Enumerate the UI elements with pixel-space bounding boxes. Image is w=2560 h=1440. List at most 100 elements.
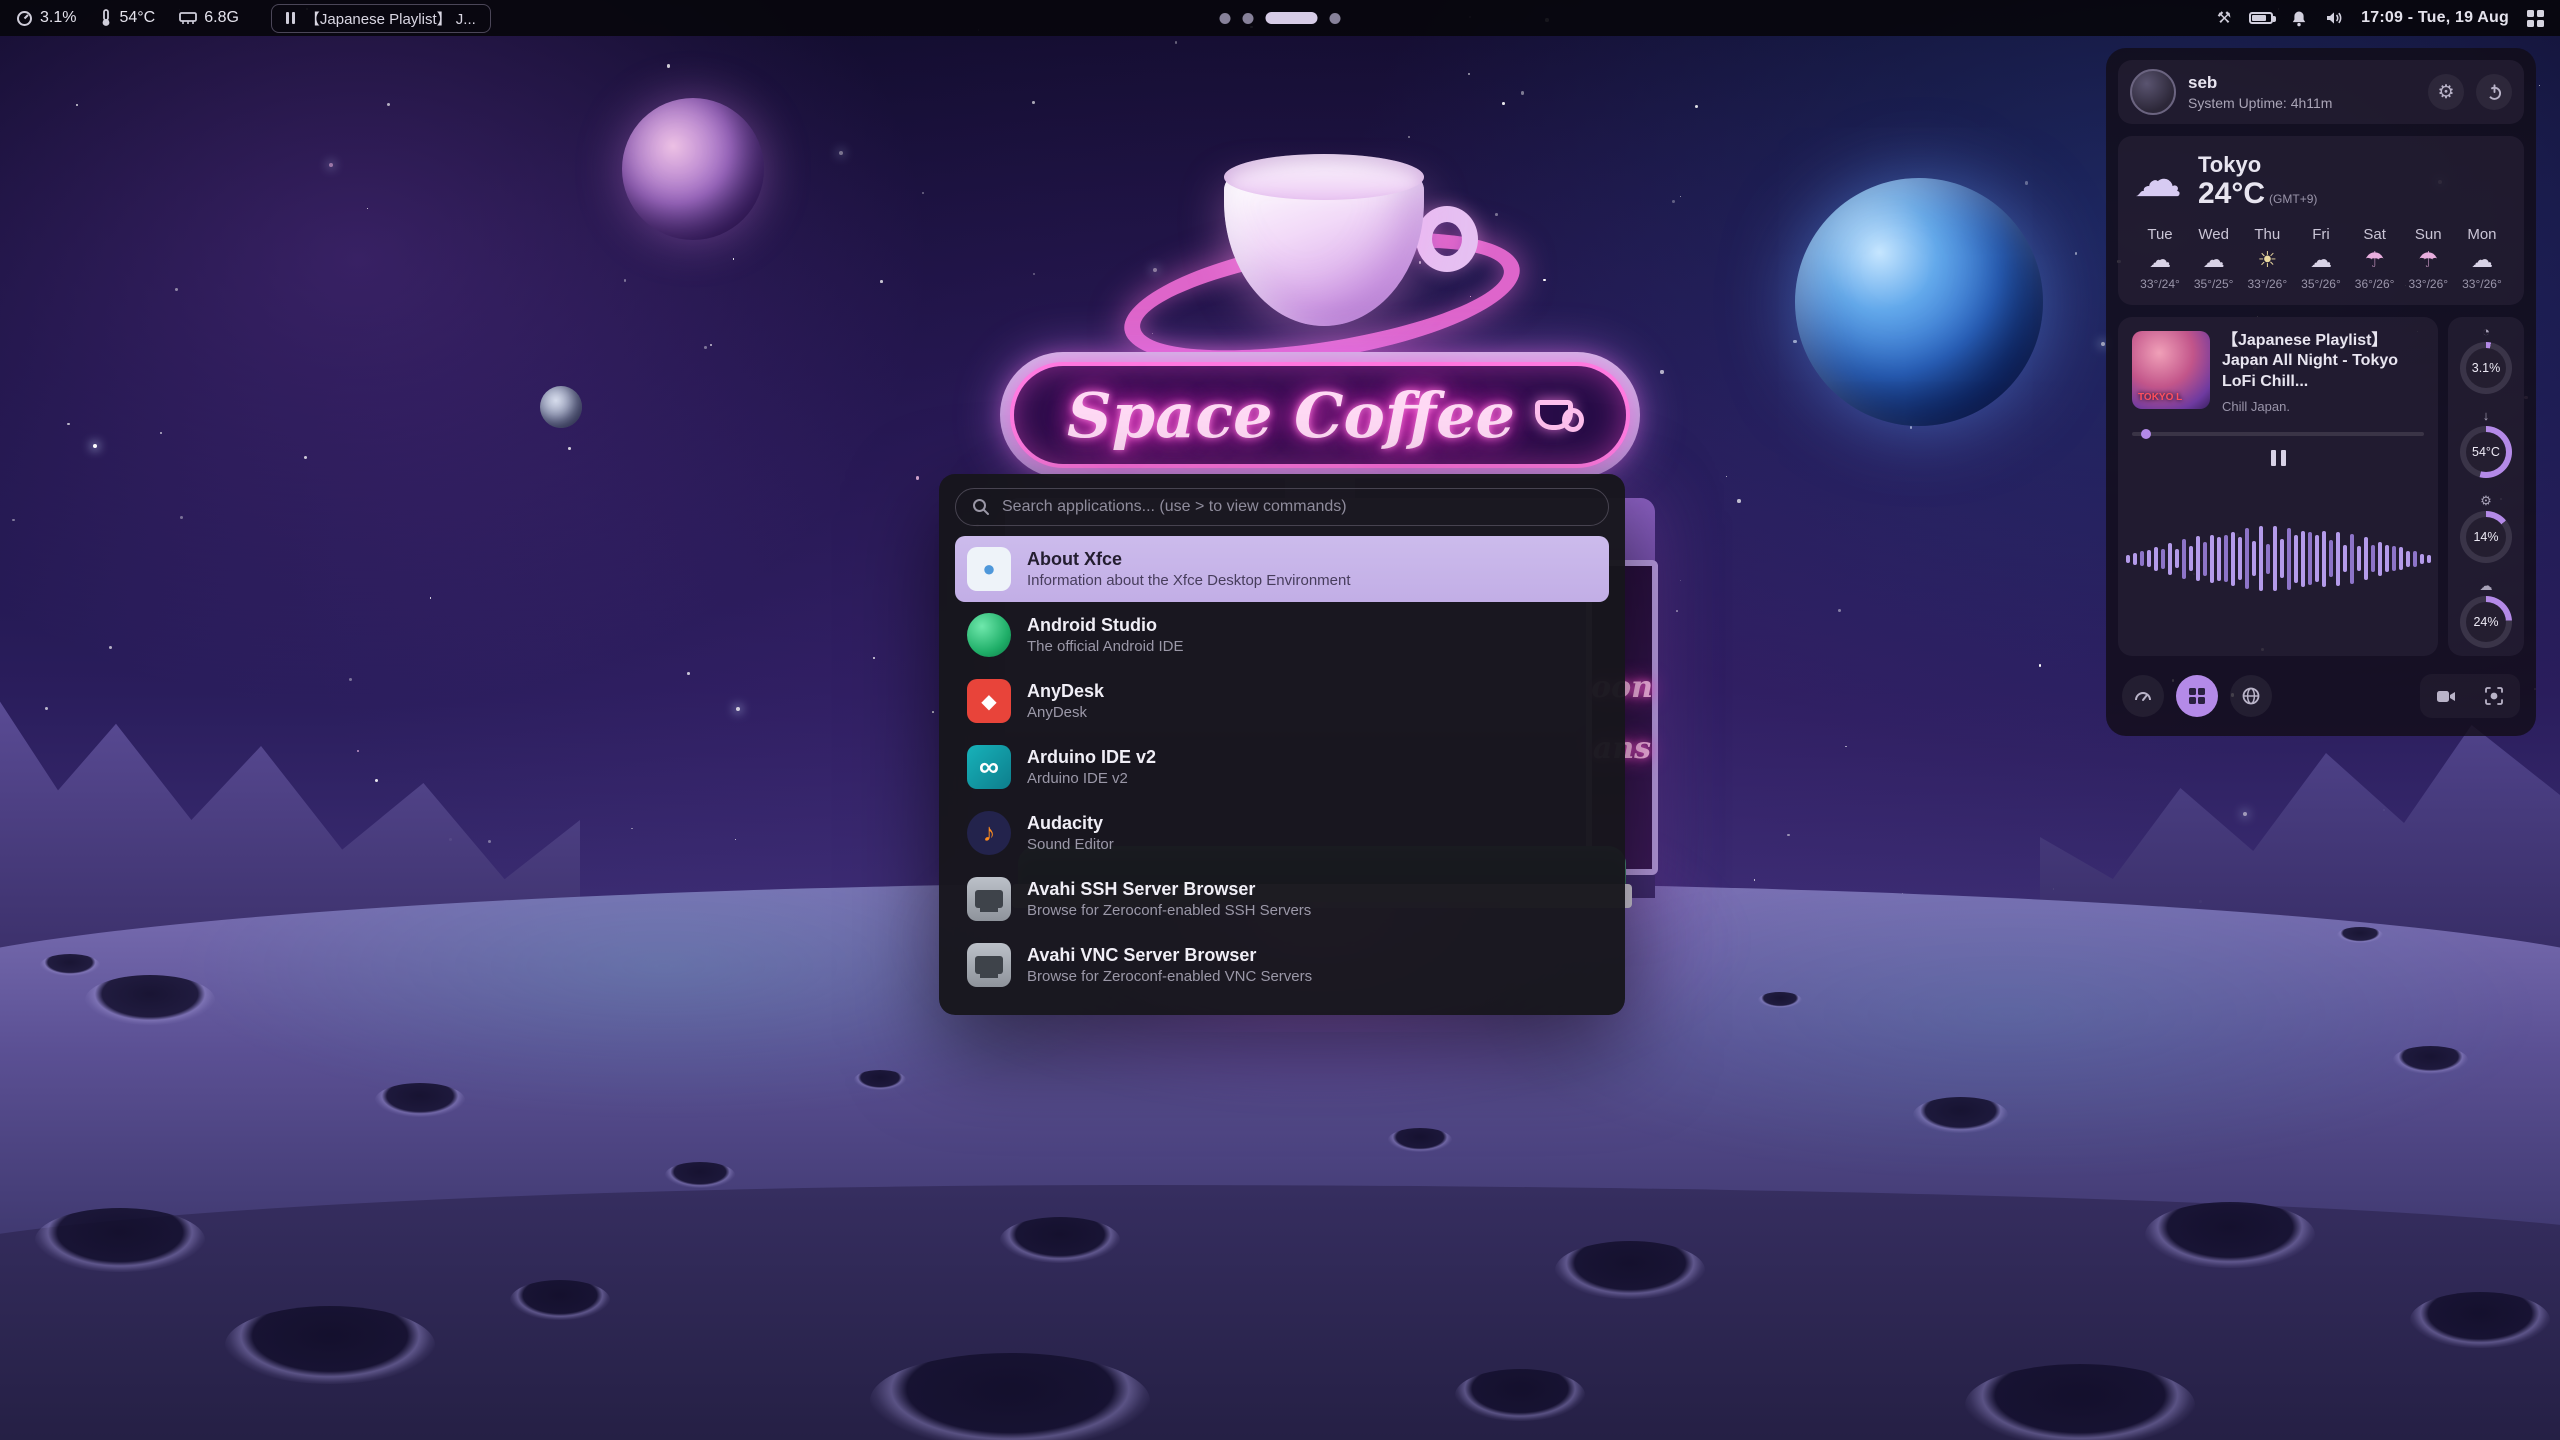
screenshot-button[interactable] — [2473, 679, 2515, 713]
floating-cup-art — [1128, 148, 1520, 378]
search-input[interactable] — [1002, 498, 1592, 516]
settings-button[interactable]: ⚙ — [2428, 74, 2464, 110]
disk-gauge: ☁ 24% — [2460, 579, 2512, 648]
performance-button[interactable] — [2122, 675, 2164, 717]
thermometer-icon — [100, 9, 112, 27]
app-desc: Sound Editor — [1027, 835, 1114, 855]
forecast-day-label: Sat — [2363, 226, 2386, 243]
app-desc: Browse for Zeroconf-enabled VNC Servers — [1027, 967, 1312, 987]
video-camera-icon — [2436, 689, 2456, 704]
app-list: About Xfce Information about the Xfce De… — [955, 536, 1609, 1005]
weather-temp: 24°C — [2198, 177, 2265, 210]
rain-icon: ☂ — [2365, 249, 2385, 271]
profile-card: seb System Uptime: 4h11m ⚙ — [2118, 60, 2524, 124]
neon-signboard: Space Coffee — [1000, 352, 1640, 478]
gauge-icon — [2133, 686, 2153, 706]
workspace-dot-1[interactable] — [1220, 13, 1231, 24]
power-button[interactable] — [2476, 74, 2512, 110]
panel-button-row — [2118, 668, 2524, 724]
app-item-arduino-ide[interactable]: Arduino IDE v2 Arduino IDE v2 — [955, 734, 1609, 800]
temperature-gauge-value: 54°C — [2460, 426, 2512, 478]
media-widget[interactable]: 【Japanese Playlist】 J... — [271, 4, 491, 33]
app-name: Arduino IDE v2 — [1027, 746, 1156, 769]
media-pause-button[interactable] — [2271, 450, 2286, 466]
user-name: seb — [2188, 73, 2416, 93]
forecast-temps: 36°/26° — [2355, 277, 2395, 291]
neon-sign-inner: Space Coffee — [1010, 362, 1630, 468]
app-item-avahi-ssh[interactable]: Avahi SSH Server Browser Browse for Zero… — [955, 866, 1609, 932]
cpu-stat-value: 3.1% — [40, 9, 76, 27]
arduino-icon — [967, 745, 1011, 789]
media-progress-bar[interactable] — [2132, 432, 2424, 436]
top-bar: 3.1% 54°C 6.8G 【Japanese Playlist】 J... — [0, 0, 2560, 36]
app-desc: Browse for Zeroconf-enabled SSH Servers — [1027, 901, 1311, 921]
apps-grid-icon — [2188, 687, 2206, 705]
cpu-stat[interactable]: 3.1% — [16, 9, 76, 27]
app-name: Avahi VNC Server Browser — [1027, 944, 1312, 967]
tools-icon[interactable]: ⚒ — [2217, 8, 2231, 28]
memory-stat-value: 6.8G — [204, 9, 239, 27]
memory-stat[interactable]: 6.8G — [179, 9, 239, 27]
media-subtitle: Chill Japan. — [2222, 399, 2424, 414]
app-name: Audacity — [1027, 812, 1114, 835]
screen-record-button[interactable] — [2425, 679, 2467, 713]
cup-opening — [1224, 154, 1424, 200]
media-player-card: TOKYO L 【Japanese Playlist】 Japan All Ni… — [2118, 317, 2438, 657]
forecast-day: Tue ☁ 33°/24° — [2134, 226, 2186, 291]
top-bar-tray: ⚒ 17:09 - Tue, 19 Aug — [2217, 8, 2544, 28]
network-button[interactable] — [2230, 675, 2272, 717]
weather-card: ☁ Tokyo 24°C(GMT+9) Tue ☁ 33°/24° Wed ☁ — [2118, 136, 2524, 305]
forecast-temps: 33°/26° — [2462, 277, 2502, 291]
xfce-app-icon — [967, 547, 1011, 591]
app-item-about-xfce[interactable]: About Xfce Information about the Xfce De… — [955, 536, 1609, 602]
volume-icon[interactable] — [2325, 10, 2343, 26]
memory-icon: ⚙ — [2480, 494, 2492, 507]
workspace-dot-2[interactable] — [1243, 13, 1254, 24]
system-uptime: System Uptime: 4h11m — [2188, 95, 2416, 111]
temperature-stat-value: 54°C — [119, 9, 155, 27]
cloud-icon: ☁ — [2471, 249, 2493, 271]
app-desc: The official Android IDE — [1027, 637, 1183, 657]
cpu-gauge: ◔ 3.1% — [2460, 325, 2512, 394]
app-name: AnyDesk — [1027, 680, 1104, 703]
app-item-anydesk[interactable]: AnyDesk AnyDesk — [955, 668, 1609, 734]
weather-city: Tokyo — [2198, 152, 2317, 178]
app-name: Android Studio — [1027, 614, 1183, 637]
app-grid-icon[interactable] — [2527, 10, 2544, 27]
weather-cloud-icon: ☁ — [2134, 157, 2182, 205]
weather-timezone: (GMT+9) — [2269, 192, 2317, 206]
app-launcher: About Xfce Information about the Xfce De… — [939, 474, 1625, 1015]
disk-gauge-value: 24% — [2460, 596, 2512, 648]
notifications-bell-icon[interactable] — [2291, 10, 2307, 27]
rain-icon: ☂ — [2418, 249, 2438, 271]
apps-button[interactable] — [2176, 675, 2218, 717]
avahi-ssh-icon — [967, 877, 1011, 921]
progress-handle[interactable] — [2141, 429, 2151, 439]
temperature-stat[interactable]: 54°C — [100, 9, 155, 27]
android-studio-icon — [967, 613, 1011, 657]
forecast-day: Wed ☁ 35°/25° — [2188, 226, 2240, 291]
workspace-dot-4[interactable] — [1330, 13, 1341, 24]
power-icon — [2486, 84, 2503, 101]
audacity-icon — [967, 811, 1011, 855]
forecast-temps: 33°/26° — [2247, 277, 2287, 291]
pause-icon — [286, 12, 295, 24]
cloud-icon: ☁ — [2310, 249, 2332, 271]
system-gauges: ◔ 3.1% ↓ 54°C ⚙ 14% ☁ 24% — [2448, 317, 2524, 657]
clock[interactable]: 17:09 - Tue, 19 Aug — [2361, 9, 2509, 27]
memory-gauge-value: 14% — [2460, 511, 2512, 563]
app-item-android-studio[interactable]: Android Studio The official Android IDE — [955, 602, 1609, 668]
app-desc: AnyDesk — [1027, 703, 1104, 723]
forecast-temps: 33°/24° — [2140, 277, 2180, 291]
gear-icon: ⚙ — [2437, 81, 2454, 104]
app-item-audacity[interactable]: Audacity Sound Editor — [955, 800, 1609, 866]
temperature-icon: ↓ — [2483, 409, 2490, 422]
avatar[interactable] — [2130, 69, 2176, 115]
launcher-search-bar[interactable] — [955, 488, 1609, 526]
app-item-avahi-vnc[interactable]: Avahi VNC Server Browser Browse for Zero… — [955, 932, 1609, 998]
forecast-day-label: Tue — [2147, 226, 2172, 243]
capture-buttons — [2420, 674, 2520, 718]
battery-icon[interactable] — [2249, 12, 2273, 24]
neon-cup-icon — [1535, 400, 1573, 430]
workspace-active-pill[interactable] — [1266, 12, 1318, 24]
